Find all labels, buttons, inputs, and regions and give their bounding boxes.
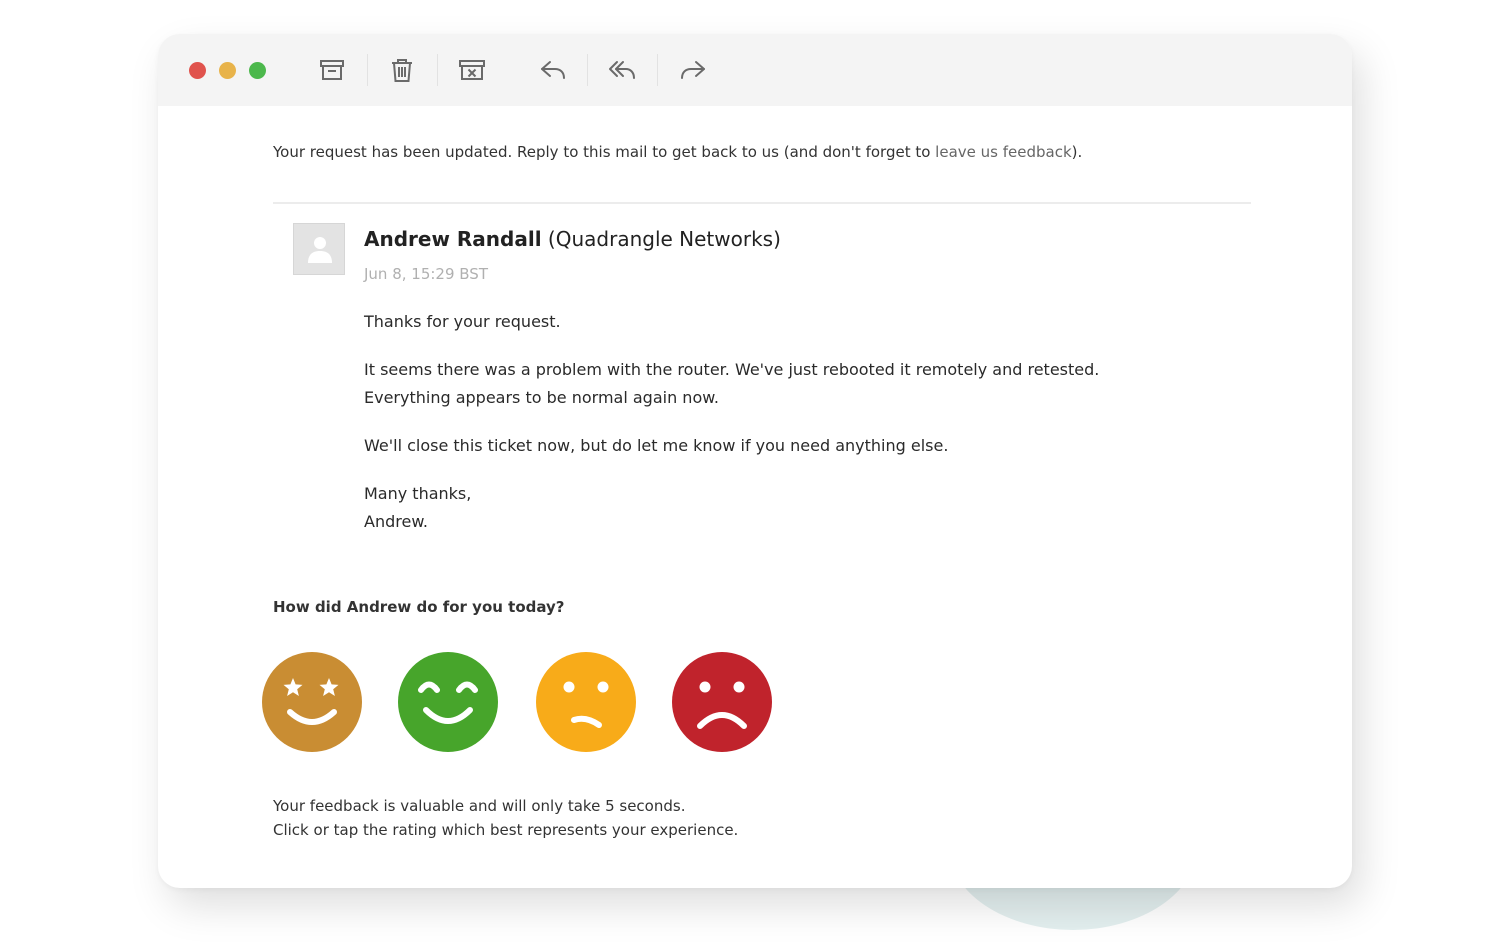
neutral-face-icon [536, 652, 636, 752]
intro-text: Your request has been updated. Reply to … [273, 143, 1082, 161]
archive-button[interactable] [315, 54, 349, 86]
archive-icon [320, 60, 344, 80]
message-date: Jun 8, 15:29 BST [364, 265, 488, 283]
message-line: Many thanks, [364, 484, 472, 503]
rating-good-button[interactable] [398, 652, 498, 752]
message-line: Thanks for your request. [364, 312, 561, 331]
divider [273, 202, 1251, 204]
message-line: Andrew. [364, 512, 429, 531]
intro-text-end: ). [1071, 143, 1083, 161]
sad-face-icon [672, 652, 772, 752]
happy-face-icon [398, 652, 498, 752]
spam-button[interactable] [455, 54, 489, 86]
close-window-button[interactable] [189, 62, 206, 79]
intro-text-start: Your request has been updated. Reply to … [273, 143, 936, 161]
star-eyes-face-icon [262, 652, 362, 752]
sender-name: Andrew Randall [364, 227, 542, 251]
sender: Andrew Randall (Quadrangle Networks) [364, 227, 781, 251]
maximize-window-button[interactable] [249, 62, 266, 79]
message-line: We'll close this ticket now, but do let … [364, 436, 949, 455]
reply-button[interactable] [536, 54, 570, 86]
reply-all-button[interactable] [605, 54, 639, 86]
user-icon [308, 237, 332, 263]
reply-all-icon [609, 61, 635, 79]
rating-excellent-button[interactable] [262, 652, 362, 752]
toolbar-separator [367, 54, 368, 86]
feedback-note: Your feedback is valuable and will only … [273, 797, 686, 815]
reply-icon [541, 61, 565, 79]
trash-icon [392, 59, 412, 82]
rating-poor-button[interactable] [672, 652, 772, 752]
email-window: Your request has been updated. Reply to … [158, 34, 1352, 888]
sender-org: (Quadrangle Networks) [547, 227, 781, 251]
forward-icon [681, 61, 705, 79]
avatar [293, 223, 345, 275]
toolbar-separator [657, 54, 658, 86]
minimize-window-button[interactable] [219, 62, 236, 79]
leave-feedback-link[interactable]: leave us feedback [935, 143, 1071, 161]
spam-icon [459, 60, 485, 80]
delete-button[interactable] [385, 54, 419, 86]
message-line: Everything appears to be normal again no… [364, 388, 719, 407]
feedback-question: How did Andrew do for you today? [273, 598, 565, 616]
toolbar [158, 34, 1352, 106]
toolbar-separator [437, 54, 438, 86]
feedback-instruction: Click or tap the rating which best repre… [273, 821, 739, 839]
message-line: It seems there was a problem with the ro… [364, 360, 1100, 379]
toolbar-separator [587, 54, 588, 86]
forward-button[interactable] [676, 54, 710, 86]
rating-okay-button[interactable] [536, 652, 636, 752]
